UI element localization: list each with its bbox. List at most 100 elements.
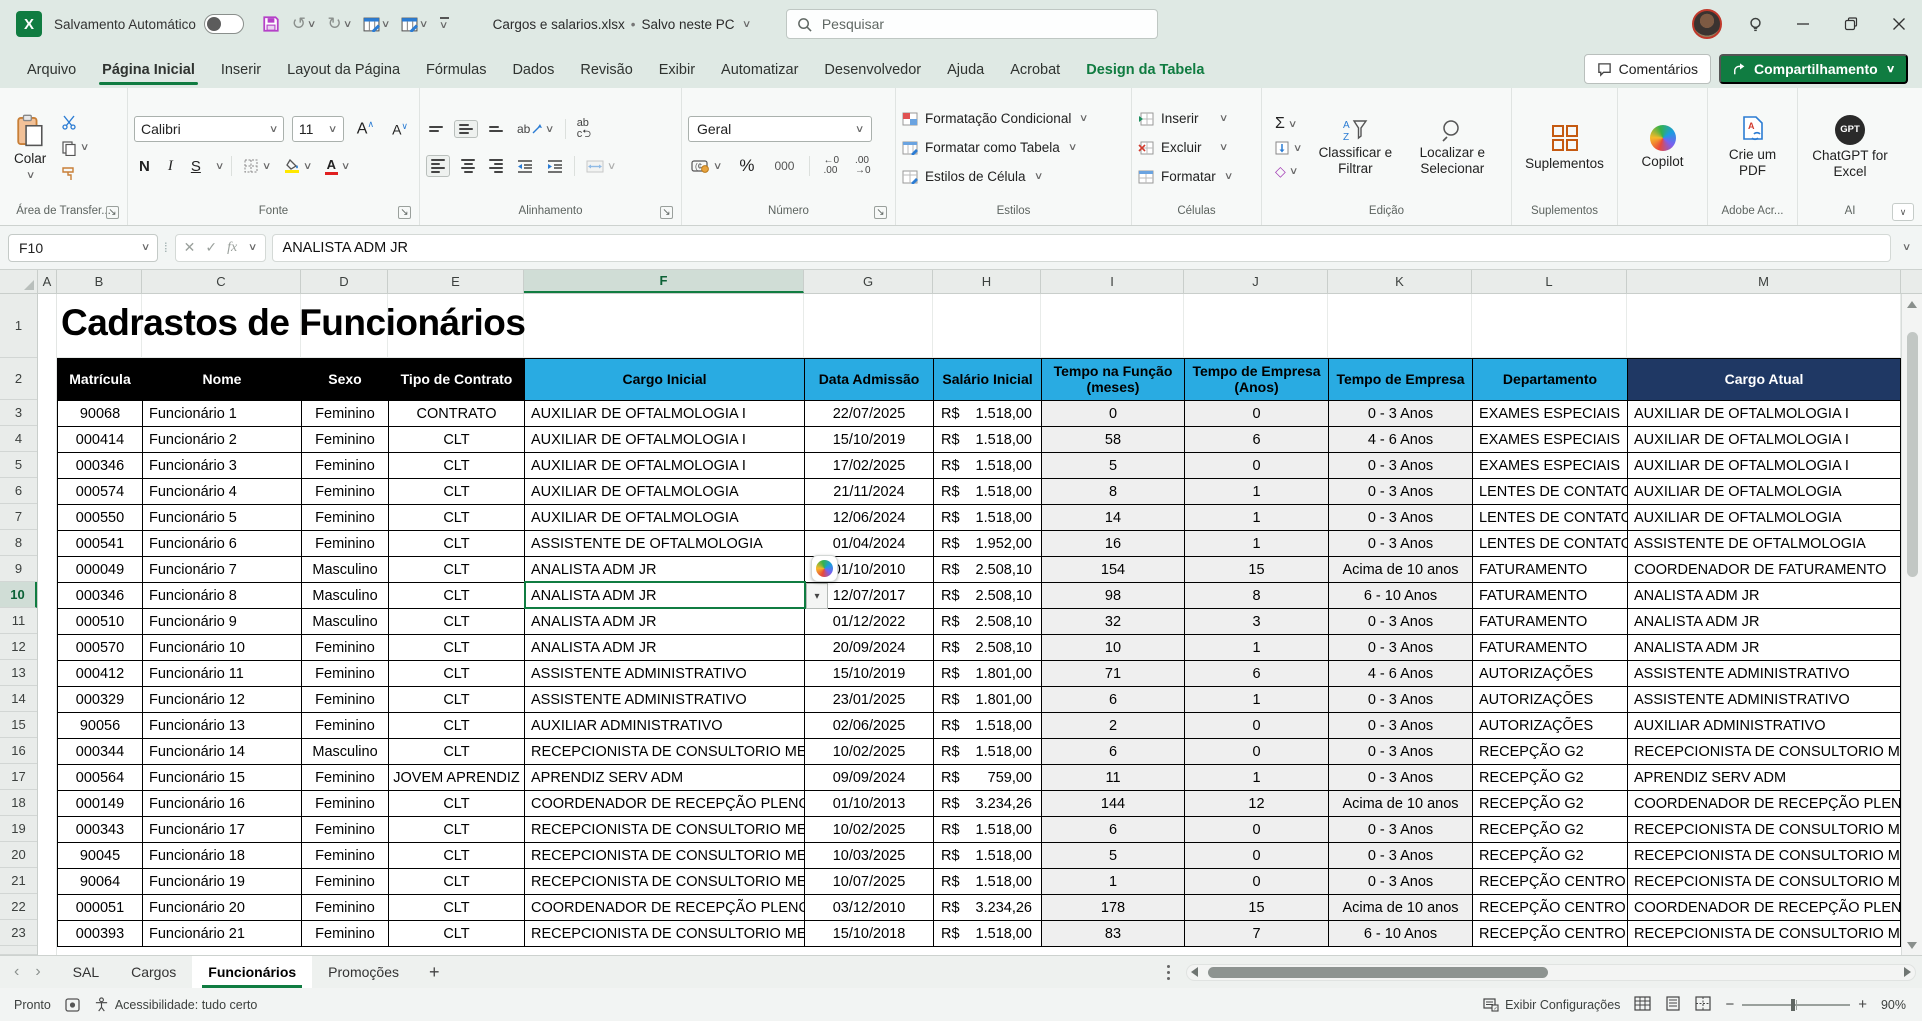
cell[interactable]: 3 xyxy=(1185,608,1329,634)
cell[interactable]: Funcionário 11 xyxy=(143,660,302,686)
cell[interactable]: FATURAMENTO xyxy=(1473,582,1628,608)
cell[interactable]: CLT xyxy=(389,556,525,582)
select-all-corner[interactable] xyxy=(0,270,38,293)
cell[interactable]: AUXILIAR DE OFTALMOLOGIA I xyxy=(1628,452,1901,478)
zoom-out-icon[interactable]: − xyxy=(1725,996,1734,1013)
restore-button[interactable] xyxy=(1836,9,1866,39)
table-header-10[interactable]: Tempo de Empresa xyxy=(1329,359,1473,400)
row-header-21[interactable]: 21 xyxy=(0,868,37,894)
cell[interactable]: 01/12/2022 xyxy=(805,608,934,634)
ribbon-tab-ajuda[interactable]: Ajuda xyxy=(934,54,997,88)
cell[interactable]: Feminino xyxy=(302,764,389,790)
cell[interactable]: 12 xyxy=(1185,790,1329,816)
cell[interactable]: Masculino xyxy=(302,582,389,608)
cell[interactable]: 17/02/2025 xyxy=(805,452,934,478)
sheet-tab-cargos[interactable]: Cargos xyxy=(115,956,192,988)
sort-filter-button[interactable]: AZ Classificar e Filtrar xyxy=(1308,114,1402,180)
cell[interactable]: 1 xyxy=(1185,478,1329,504)
cell[interactable]: 8 xyxy=(1042,478,1185,504)
cell[interactable]: Feminino xyxy=(302,660,389,686)
ribbon-tab-revis-o[interactable]: Revisão xyxy=(567,54,645,88)
customize-qat-icon[interactable]: ∨ xyxy=(436,14,453,34)
excel-app-icon[interactable]: X xyxy=(16,11,42,37)
ribbon-tab-automatizar[interactable]: Automatizar xyxy=(708,54,811,88)
cell[interactable]: Funcionário 3 xyxy=(143,452,302,478)
title-row[interactable]: Cadrastos de Funcionários xyxy=(57,294,1901,358)
cell[interactable]: ANALISTA ADM JR xyxy=(1628,634,1901,660)
cell[interactable]: R$1.518,00 xyxy=(934,816,1042,842)
cell[interactable]: Funcionário 10 xyxy=(143,634,302,660)
cell[interactable]: FATURAMENTO xyxy=(1473,556,1628,582)
cell[interactable]: RECEPCIONISTA DE CONSULTORIO MED xyxy=(1628,816,1901,842)
cell[interactable]: 0 xyxy=(1185,738,1329,764)
autosave-control[interactable]: Salvamento Automático xyxy=(54,14,244,34)
scroll-left-icon[interactable] xyxy=(1191,967,1198,977)
align-right-icon[interactable] xyxy=(486,157,506,175)
cell[interactable]: 32 xyxy=(1042,608,1185,634)
cell[interactable]: 14 xyxy=(1042,504,1185,530)
cell[interactable]: Funcionário 9 xyxy=(143,608,302,634)
cell[interactable]: CLT xyxy=(389,842,525,868)
accessibility-status[interactable]: Acessibilidade: tudo certo xyxy=(94,997,257,1012)
row-header-3[interactable]: 3 xyxy=(0,400,37,426)
copilot-cell-suggestion-button[interactable] xyxy=(811,555,838,582)
cell[interactable]: 000346 xyxy=(58,452,143,478)
cell[interactable]: RECEPCIONISTA DE CONSULTORIO MEDIC xyxy=(525,842,805,868)
format-painter-icon[interactable] xyxy=(58,164,91,184)
prev-sheet-icon[interactable]: ‹ xyxy=(14,963,19,981)
ribbon-tab-inserir[interactable]: Inserir xyxy=(208,54,274,88)
cell[interactable]: 0 xyxy=(1042,400,1185,426)
cell[interactable]: 6 - 10 Anos xyxy=(1329,582,1473,608)
cell[interactable]: 58 xyxy=(1042,426,1185,452)
new-sheet-button[interactable]: + xyxy=(415,956,454,988)
ribbon-tab-desenvolvedor[interactable]: Desenvolvedor xyxy=(811,54,934,88)
cell[interactable]: CLT xyxy=(389,452,525,478)
close-button[interactable] xyxy=(1884,9,1914,39)
cell[interactable]: 4 - 6 Anos xyxy=(1329,660,1473,686)
cell[interactable]: 0 - 3 Anos xyxy=(1329,530,1473,556)
name-box[interactable]: F10∨ xyxy=(8,234,158,262)
cell[interactable]: Feminino xyxy=(302,816,389,842)
align-top-icon[interactable] xyxy=(426,124,446,134)
cell[interactable]: Funcionário 21 xyxy=(143,920,302,946)
cell[interactable]: Funcionário 17 xyxy=(143,816,302,842)
cell[interactable]: AUXILIAR DE OFTALMOLOGIA I xyxy=(525,400,805,426)
insert-cells-button[interactable]: Inserir∨ xyxy=(1138,105,1227,132)
cell[interactable]: Feminino xyxy=(302,790,389,816)
cell[interactable]: Funcionário 7 xyxy=(143,556,302,582)
enter-formula-icon[interactable]: ✓ xyxy=(205,239,217,256)
cell[interactable]: Feminino xyxy=(302,894,389,920)
cell[interactable]: ANALISTA ADM JR xyxy=(525,582,805,608)
cell[interactable]: 10/03/2025 xyxy=(805,842,934,868)
grow-font-button[interactable]: A∧ xyxy=(352,118,379,139)
cell[interactable]: 0 - 3 Anos xyxy=(1329,686,1473,712)
cell[interactable]: 90068 xyxy=(58,400,143,426)
cell[interactable]: 1 xyxy=(1185,686,1329,712)
cell[interactable]: 000412 xyxy=(58,660,143,686)
cell[interactable]: ASSISTENTE ADMINISTRATIVO xyxy=(1628,686,1901,712)
cell[interactable]: 6 xyxy=(1042,738,1185,764)
cell[interactable]: 000051 xyxy=(58,894,143,920)
cell[interactable]: ASSISTENTE ADMINISTRATIVO xyxy=(1628,660,1901,686)
cell[interactable]: 15/10/2019 xyxy=(805,660,934,686)
cell[interactable]: 000049 xyxy=(58,556,143,582)
minimize-button[interactable] xyxy=(1788,9,1818,39)
cell[interactable]: CLT xyxy=(389,920,525,946)
cell[interactable]: CLT xyxy=(389,660,525,686)
cell[interactable]: R$1.518,00 xyxy=(934,504,1042,530)
fill-color-button[interactable]: ∨ xyxy=(282,157,314,175)
cell[interactable]: 01/10/2013 xyxy=(805,790,934,816)
cell[interactable]: 16 xyxy=(1042,530,1185,556)
cut-icon[interactable] xyxy=(58,112,91,132)
cell[interactable]: 10/02/2025 xyxy=(805,738,934,764)
cell[interactable]: CLT xyxy=(389,478,525,504)
cell[interactable]: Funcionário 14 xyxy=(143,738,302,764)
cell[interactable]: RECEPCIONISTA DE CONSULTORIO MED xyxy=(1628,868,1901,894)
cell[interactable]: CLT xyxy=(389,582,525,608)
decrease-decimal-icon[interactable]: .00→0 xyxy=(852,154,874,179)
column-header-H[interactable]: H xyxy=(933,270,1041,293)
format-as-table-button[interactable]: Formatar como Tabela∨ xyxy=(902,134,1076,161)
cell[interactable]: R$1.518,00 xyxy=(934,400,1042,426)
table-quick-command-icon[interactable]: ∨ xyxy=(359,14,393,35)
wrap-text-button[interactable]: abc⮌ xyxy=(574,116,594,142)
